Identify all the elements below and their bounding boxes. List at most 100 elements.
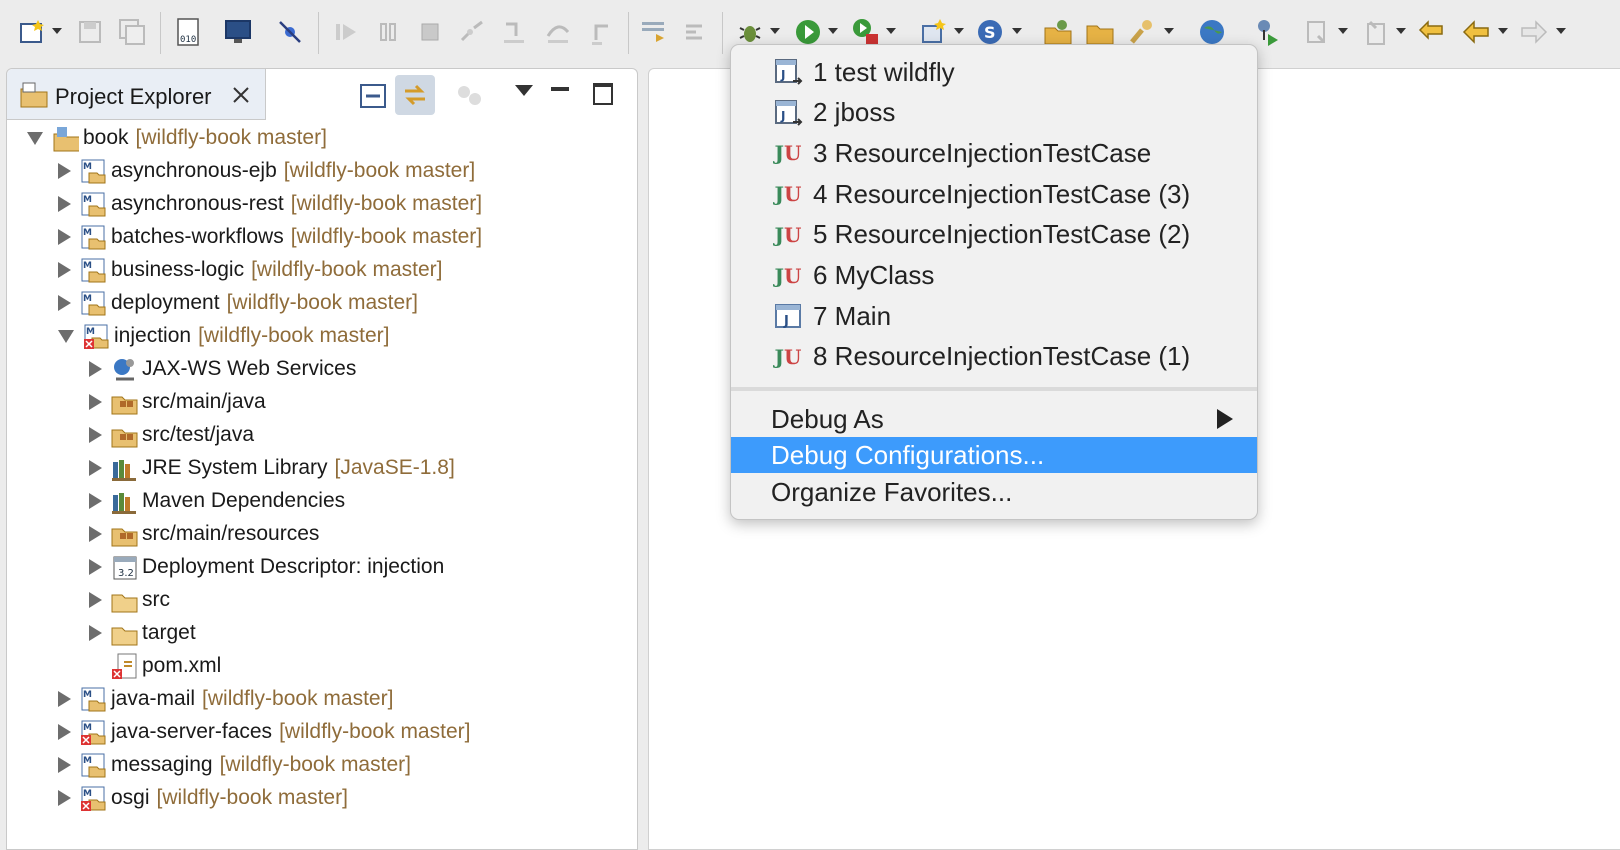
last-edit-location-icon[interactable] (1414, 14, 1450, 50)
step-over-icon[interactable] (540, 14, 576, 50)
console-icon[interactable] (220, 14, 256, 50)
back-icon[interactable] (1458, 14, 1494, 50)
forward-dropdown-icon[interactable] (1556, 28, 1566, 34)
collapsed-arrow-icon[interactable] (58, 757, 71, 773)
tree-item[interactable]: src/main/resources (89, 518, 319, 550)
collapsed-arrow-icon[interactable] (89, 394, 102, 410)
menu-item-launch-history[interactable]: JU 3 ResourceInjectionTestCase (731, 133, 1257, 173)
collapsed-arrow-icon[interactable] (89, 526, 102, 542)
new-dropdown-icon[interactable] (52, 28, 62, 34)
tree-item[interactable]: pom.xml (89, 650, 221, 682)
skip-breakpoints-icon[interactable] (272, 14, 308, 50)
tab-project-explorer[interactable]: Project Explorer (7, 69, 266, 120)
tree-item[interactable]: Masynchronous-ejb [wildfly-book master] (58, 155, 475, 187)
suspend-icon[interactable] (370, 14, 406, 50)
collapsed-arrow-icon[interactable] (58, 262, 71, 278)
collapsed-arrow-icon[interactable] (89, 625, 102, 641)
tree-item[interactable]: Mmessaging [wildfly-book master] (58, 749, 411, 781)
tree-item[interactable]: Maven Dependencies (89, 485, 345, 517)
menu-item-launch-history[interactable]: J 1 test wildfly (731, 52, 1257, 92)
collapsed-arrow-icon[interactable] (58, 196, 71, 212)
step-return-icon[interactable] (584, 14, 620, 50)
collapsed-arrow-icon[interactable] (58, 295, 71, 311)
debug-dropdown-icon[interactable] (770, 28, 780, 34)
tree-item[interactable]: Masynchronous-rest [wildfly-book master] (58, 188, 482, 220)
tree-item[interactable]: target (89, 617, 196, 649)
collapsed-arrow-icon[interactable] (89, 460, 102, 476)
next-annotation-dropdown-icon[interactable] (1338, 28, 1348, 34)
collapsed-arrow-icon[interactable] (58, 790, 71, 806)
run-external-dropdown-icon[interactable] (886, 28, 896, 34)
back-dropdown-icon[interactable] (1498, 28, 1508, 34)
tree-item[interactable]: JAX-WS Web Services (89, 353, 356, 385)
tree-item[interactable]: Mjava-mail [wildfly-book master] (58, 683, 393, 715)
tree-item[interactable]: 3.2 Deployment Descriptor: injection (89, 551, 444, 583)
tree-item[interactable]: book [wildfly-book master] (27, 122, 327, 154)
menu-item-debug-as[interactable]: Debug As (731, 401, 1257, 437)
focus-on-tasks-icon[interactable] (455, 83, 485, 109)
xml-file-error-icon (112, 653, 137, 679)
collapse-all-icon[interactable] (359, 83, 387, 109)
maven-project-error-icon: M (81, 786, 106, 811)
collapsed-arrow-icon[interactable] (58, 229, 71, 245)
menu-item-launch-history[interactable]: JU 8 ResourceInjectionTestCase (1) (731, 337, 1257, 377)
expanded-arrow-icon[interactable] (27, 131, 43, 145)
tree-item[interactable]: Mosgi [wildfly-book master] (58, 782, 348, 814)
disconnect-icon[interactable] (454, 14, 490, 50)
close-icon[interactable] (231, 85, 251, 105)
collapsed-arrow-icon[interactable] (89, 361, 102, 377)
menu-item-organize-favorites[interactable]: Organize Favorites... (731, 474, 1257, 510)
svg-text:010: 010 (180, 35, 196, 45)
step-into-icon[interactable] (496, 14, 532, 50)
collapsed-arrow-icon[interactable] (58, 724, 71, 740)
search-dropdown-icon[interactable] (1164, 28, 1174, 34)
maximize-icon[interactable] (593, 83, 613, 105)
tree-item[interactable]: Mbusiness-logic [wildfly-book master] (58, 254, 442, 286)
collapsed-arrow-icon[interactable] (58, 163, 71, 179)
link-with-editor-button[interactable] (395, 75, 435, 115)
tree-item[interactable]: Minjection [wildfly-book master] (58, 320, 389, 352)
resume-icon[interactable] (328, 14, 364, 50)
menu-item-launch-history[interactable]: J 7 Main (731, 296, 1257, 336)
git-decoration: [wildfly-book master] (290, 192, 483, 215)
collapsed-arrow-icon[interactable] (89, 427, 102, 443)
collapsed-arrow-icon[interactable] (89, 493, 102, 509)
toolbar-separator (628, 12, 629, 54)
collapsed-arrow-icon[interactable] (58, 691, 71, 707)
expanded-arrow-icon[interactable] (58, 329, 74, 343)
tree-item[interactable]: Mbatches-workflows [wildfly-book master] (58, 221, 482, 253)
menu-item-launch-history[interactable]: JU 5 ResourceInjectionTestCase (2) (731, 215, 1257, 255)
save-all-icon[interactable] (114, 14, 150, 50)
menu-item-launch-history[interactable]: J 2 jboss (731, 93, 1257, 133)
previous-annotation-icon[interactable] (1358, 14, 1394, 50)
library-icon (112, 460, 136, 481)
collapsed-arrow-icon[interactable] (89, 559, 102, 575)
next-annotation-icon[interactable] (1300, 14, 1336, 50)
git-decoration: [wildfly-book master] (202, 687, 394, 710)
project-explorer-panel: Project Explorer book [wildfly-book maste… (6, 68, 638, 850)
collapsed-arrow-icon[interactable] (89, 592, 102, 608)
tree-item[interactable]: Mdeployment [wildfly-book master] (58, 287, 418, 319)
tree-item[interactable]: src/test/java (89, 419, 254, 451)
new-server-dropdown-icon[interactable] (954, 28, 964, 34)
save-icon[interactable] (72, 14, 108, 50)
tree-item[interactable]: Mjava-server-faces [wildfly-book master] (58, 716, 470, 748)
menu-item-launch-history[interactable]: JU 6 MyClass (731, 256, 1257, 296)
new-java-class-dropdown-icon[interactable] (1012, 28, 1022, 34)
tree-item[interactable]: JRE System Library [JavaSE-1.8] (89, 452, 455, 484)
previous-annotation-dropdown-icon[interactable] (1396, 28, 1406, 34)
menu-item-debug-configurations[interactable]: Debug Configurations... (731, 437, 1257, 473)
new-icon[interactable] (14, 14, 50, 50)
view-menu-icon[interactable] (515, 85, 533, 96)
use-step-filters-icon[interactable] (678, 14, 714, 50)
terminate-icon[interactable] (412, 14, 448, 50)
tree-item[interactable]: src (89, 584, 170, 616)
drop-to-frame-icon[interactable] (636, 14, 672, 50)
run-dropdown-icon[interactable] (828, 28, 838, 34)
git-decoration: [wildfly-book master] (198, 324, 390, 347)
forward-icon[interactable] (1516, 14, 1552, 50)
menu-item-launch-history[interactable]: JU 4 ResourceInjectionTestCase (3) (731, 174, 1257, 214)
binary-icon[interactable]: 010 (170, 14, 206, 50)
minimize-icon[interactable] (551, 87, 569, 91)
tree-item[interactable]: src/main/java (89, 386, 266, 418)
